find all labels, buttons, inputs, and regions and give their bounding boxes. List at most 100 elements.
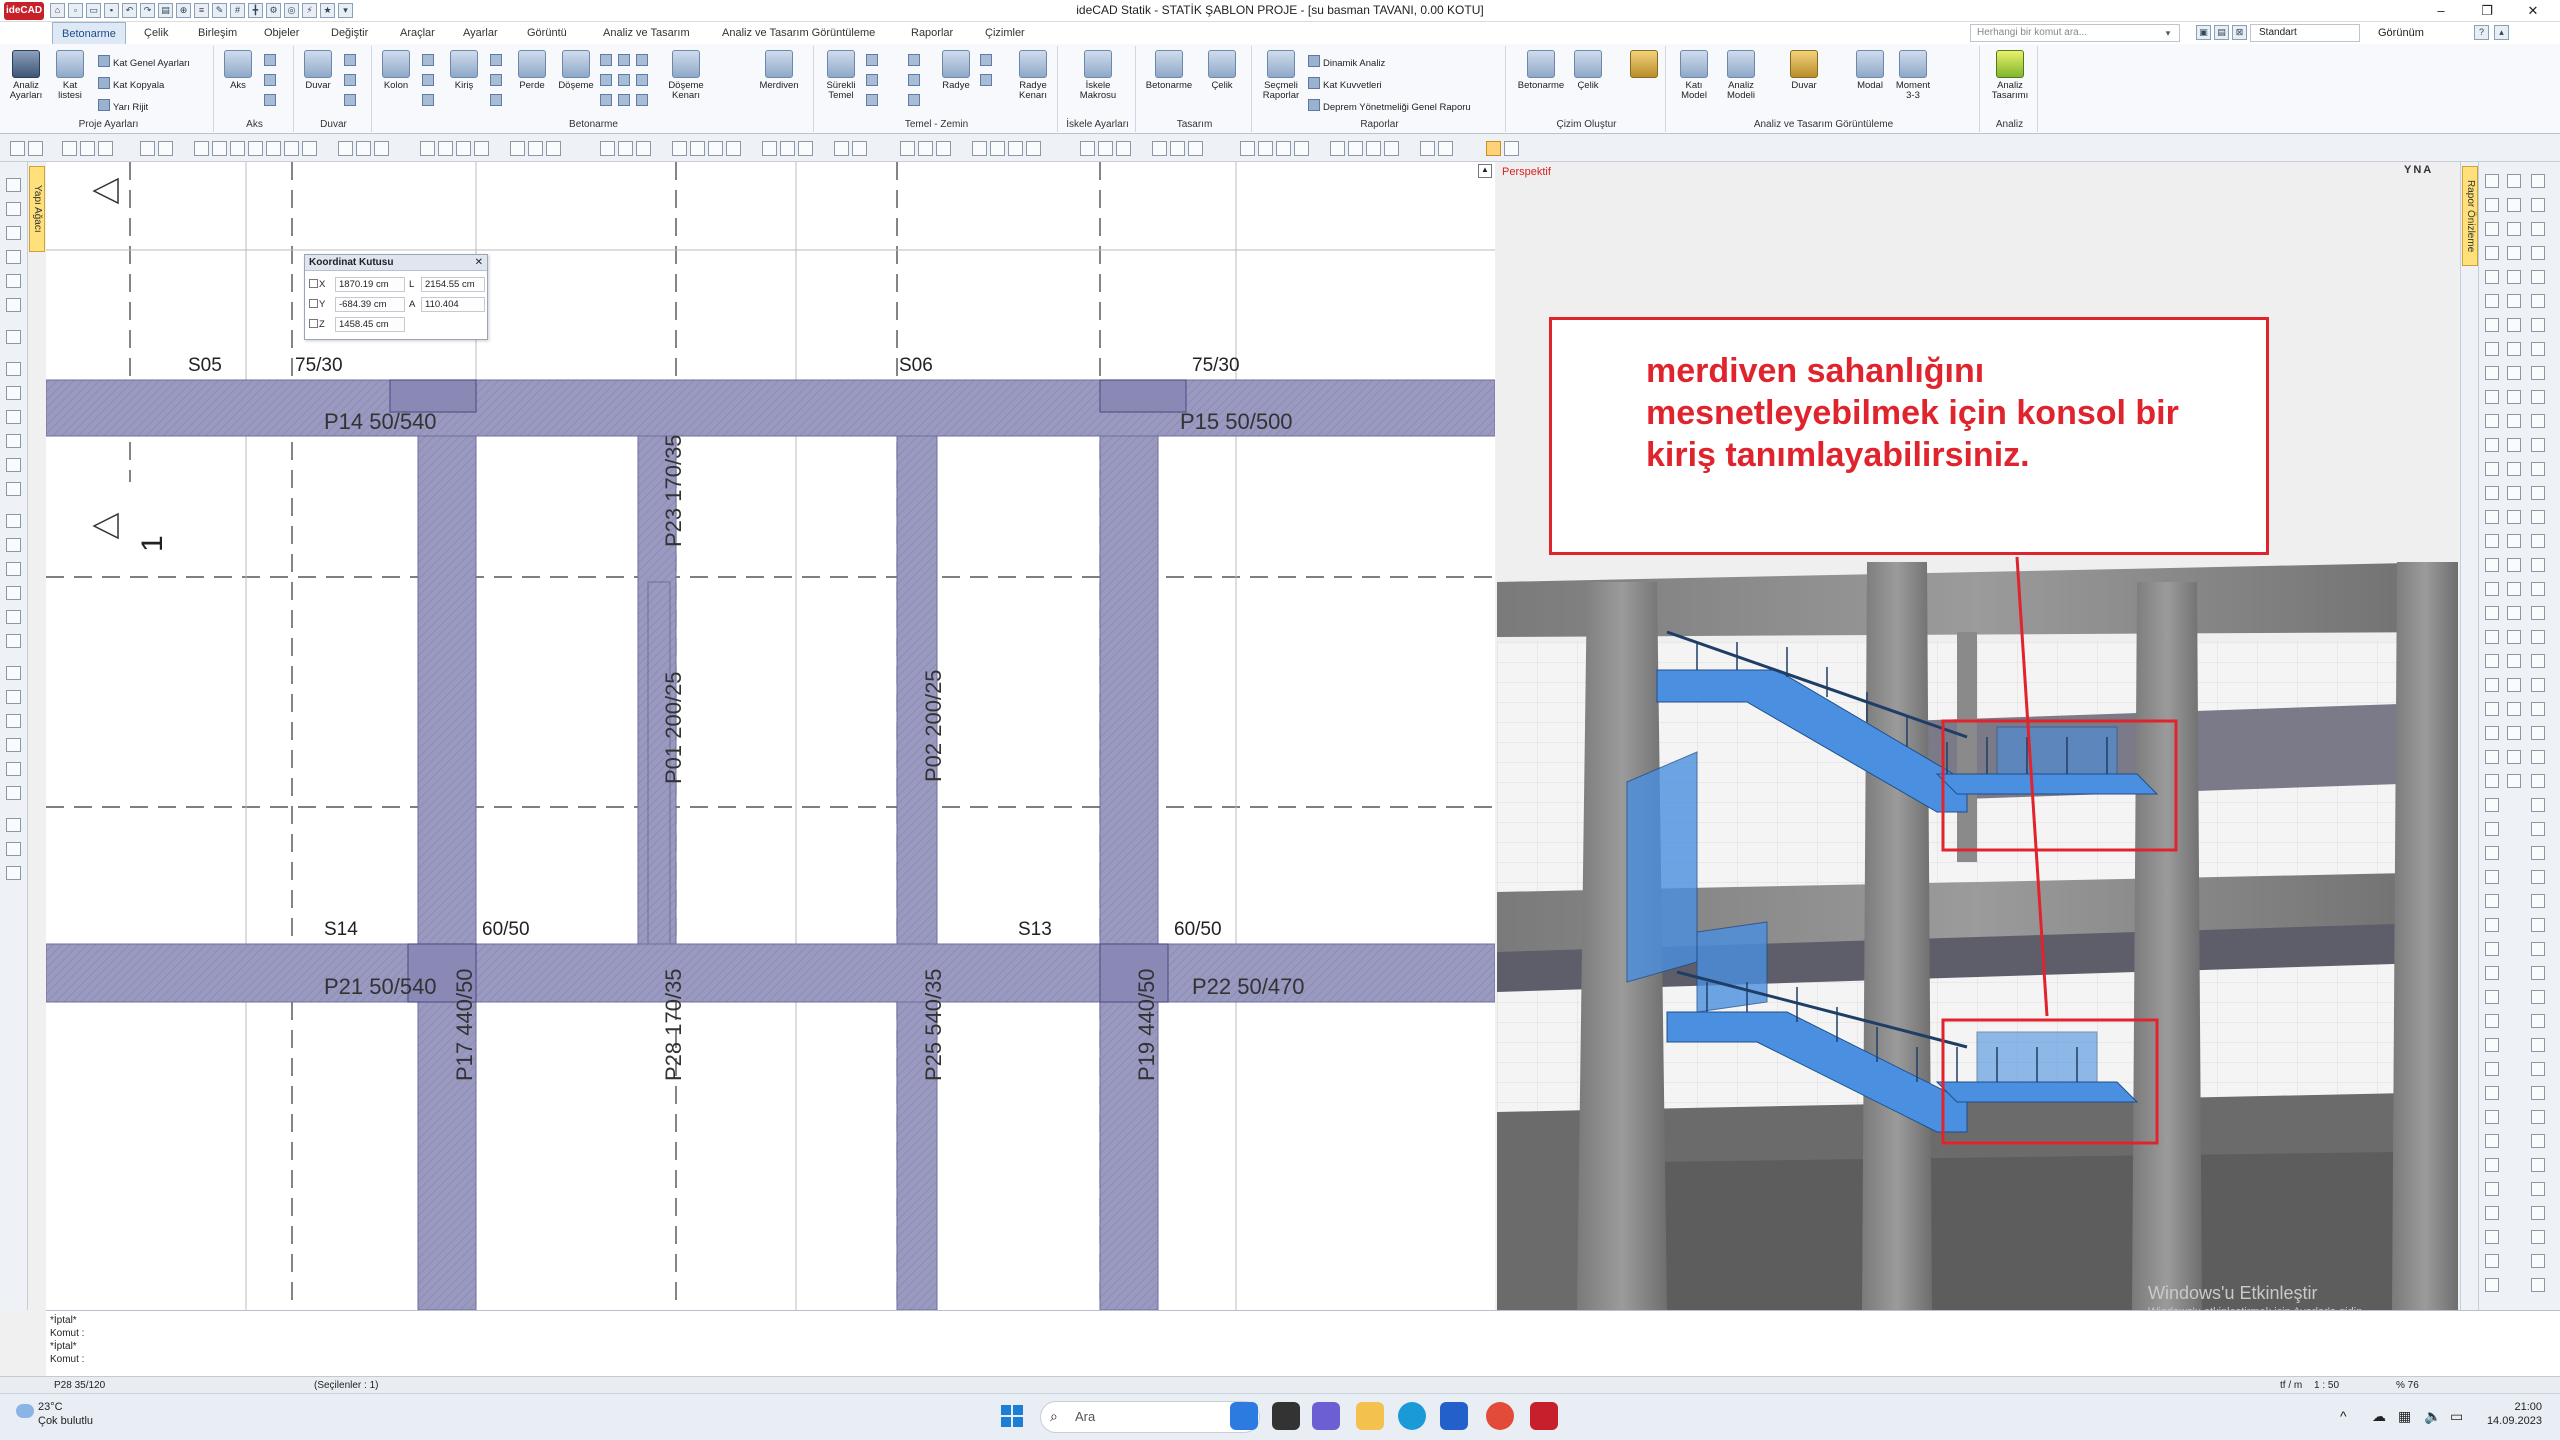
kat-kopyala-button[interactable]: Kat Kopyala — [98, 77, 164, 91]
purge-icon[interactable] — [1188, 141, 1203, 156]
tool-icon[interactable] — [2507, 654, 2521, 668]
tool-icon[interactable] — [2485, 894, 2499, 908]
tool-icon[interactable] — [2485, 198, 2499, 212]
tool-icon[interactable] — [2531, 486, 2545, 500]
tool-icon[interactable] — [2507, 438, 2521, 452]
tool-icon[interactable] — [6, 330, 21, 344]
kat-listesi-button[interactable]: Kat listesi — [52, 50, 88, 101]
tab-degistir[interactable]: Değiştir — [331, 27, 368, 39]
tool-icon[interactable] — [2485, 270, 2499, 284]
text-icon[interactable] — [140, 141, 155, 156]
tool-icon[interactable] — [2531, 534, 2545, 548]
beam-tool-icon[interactable] — [490, 74, 502, 86]
cizim-tool-button[interactable] — [1626, 50, 1662, 81]
tool-icon[interactable] — [2531, 1038, 2545, 1052]
tool-icon[interactable] — [6, 202, 21, 216]
tool-icon[interactable] — [2507, 246, 2521, 260]
table-icon[interactable] — [636, 141, 651, 156]
tool-icon[interactable] — [2485, 750, 2499, 764]
slab-tool-icon[interactable] — [600, 54, 612, 66]
edge-icon[interactable] — [1398, 1402, 1426, 1430]
tab-betonarme[interactable]: Betonarme — [52, 22, 126, 44]
battery-icon[interactable]: ▭ — [2450, 1408, 2463, 1425]
tool-icon[interactable] — [2531, 1014, 2545, 1028]
x-field[interactable]: 1870.19 cm — [335, 277, 405, 292]
chrome-icon[interactable] — [1486, 1402, 1514, 1430]
tool-icon[interactable] — [2531, 438, 2545, 452]
tool-icon[interactable] — [6, 250, 21, 264]
tool-icon[interactable] — [2531, 1110, 2545, 1124]
tool-icon[interactable] — [2531, 1278, 2545, 1292]
tool-icon[interactable] — [6, 178, 21, 192]
tool-icon[interactable] — [2485, 822, 2499, 836]
tool-icon[interactable] — [2531, 630, 2545, 644]
tool-icon[interactable] — [2507, 366, 2521, 380]
chart-area-icon[interactable] — [1366, 141, 1381, 156]
tool-icon[interactable] — [2507, 510, 2521, 524]
tool-icon[interactable] — [6, 410, 21, 424]
paint-icon[interactable] — [1258, 141, 1273, 156]
tool-icon[interactable] — [2485, 342, 2499, 356]
clock[interactable]: 21:00 14.09.2023 — [2472, 1400, 2542, 1428]
slab-tool-icon[interactable] — [618, 74, 630, 86]
tool-icon[interactable] — [2485, 462, 2499, 476]
tool-icon[interactable] — [2507, 270, 2521, 284]
slab-tool-icon[interactable] — [618, 94, 630, 106]
layout-icon[interactable]: ▤ — [2214, 25, 2229, 40]
tool-icon[interactable] — [2485, 486, 2499, 500]
foundation-tool-icon[interactable] — [908, 74, 920, 86]
tool-icon[interactable] — [2507, 630, 2521, 644]
modal-button[interactable]: Modal — [1852, 50, 1888, 91]
dinamik-analiz-button[interactable]: Dinamik Analiz — [1308, 55, 1385, 69]
tab-goruntu[interactable]: Görüntü — [527, 27, 567, 39]
maximize-button[interactable]: ❐ — [2464, 0, 2510, 22]
scale-icon[interactable] — [266, 141, 281, 156]
beam-p28[interactable]: P28 170/35 — [661, 968, 687, 1081]
tool-icon[interactable] — [2485, 1062, 2499, 1076]
tool-icon[interactable] — [2507, 702, 2521, 716]
view-menu[interactable]: Görünüm — [2378, 27, 2424, 39]
tool-icon[interactable] — [2485, 534, 2499, 548]
dimension-icon[interactable] — [158, 141, 173, 156]
tool-icon[interactable] — [2485, 606, 2499, 620]
tool-icon[interactable] — [2531, 702, 2545, 716]
offset-icon[interactable] — [302, 141, 317, 156]
extend-icon[interactable] — [356, 141, 371, 156]
tool-icon[interactable] — [2507, 294, 2521, 308]
tool-icon[interactable] — [6, 842, 21, 856]
wall-tool-icon[interactable] — [344, 54, 356, 66]
tool-icon[interactable] — [2531, 606, 2545, 620]
tool-icon[interactable] — [6, 386, 21, 400]
chart-icon[interactable] — [1330, 141, 1345, 156]
tab-araclar[interactable]: Araçlar — [400, 27, 435, 39]
tasarim-celik-button[interactable]: Çelik — [1202, 50, 1242, 91]
tool-icon[interactable] — [2507, 342, 2521, 356]
tool-icon[interactable] — [2531, 750, 2545, 764]
tool-icon[interactable] — [2485, 1254, 2499, 1268]
rapor-onizleme-tab[interactable]: Rapor Önizleme — [2462, 166, 2478, 266]
pen-icon[interactable] — [80, 141, 95, 156]
terrain-icon[interactable] — [1294, 141, 1309, 156]
line-icon[interactable] — [62, 141, 77, 156]
chamfer-icon[interactable] — [438, 141, 453, 156]
polar-icon[interactable] — [936, 141, 951, 156]
cizim-betonarme-button[interactable]: Betonarme — [1516, 50, 1566, 91]
tool-icon[interactable] — [2485, 990, 2499, 1004]
kat-kuvvetleri-button[interactable]: Kat Kuvvetleri — [1308, 77, 1382, 91]
foundation-tool-icon[interactable] — [908, 54, 920, 66]
section-icon[interactable] — [1420, 141, 1435, 156]
trim-icon[interactable] — [338, 141, 353, 156]
block-icon[interactable] — [546, 141, 561, 156]
break-icon[interactable] — [374, 141, 389, 156]
column-tool-icon[interactable] — [422, 94, 434, 106]
tool-icon[interactable] — [2531, 1182, 2545, 1196]
tool-icon[interactable] — [2531, 918, 2545, 932]
tool-icon[interactable] — [2507, 486, 2521, 500]
tool-icon[interactable] — [2507, 198, 2521, 212]
slab-tool-icon[interactable] — [618, 54, 630, 66]
tool-icon[interactable] — [6, 818, 21, 832]
command-prompt[interactable]: Komut : — [50, 1354, 84, 1365]
help-icon[interactable]: ? — [2474, 25, 2489, 40]
tool-icon[interactable] — [2531, 942, 2545, 956]
kati-model-button[interactable]: Katı Model — [1676, 50, 1712, 101]
